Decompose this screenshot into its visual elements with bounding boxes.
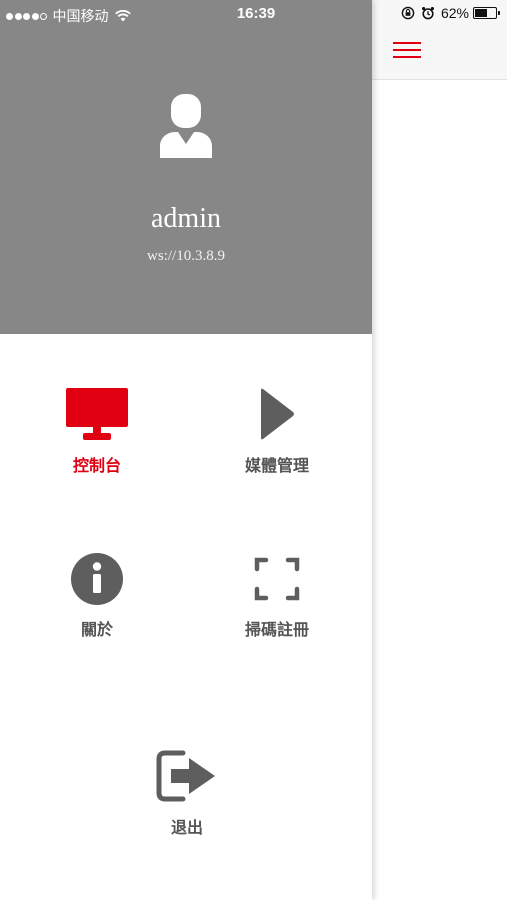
menu-item-console[interactable]: 控制台 xyxy=(22,388,172,476)
battery-percent: 62% xyxy=(440,5,469,21)
battery-icon xyxy=(473,7,500,19)
rotation-lock-icon xyxy=(401,6,415,20)
alarm-icon xyxy=(421,7,434,20)
info-icon xyxy=(71,553,123,605)
menu-item-label: 媒體管理 xyxy=(244,458,309,475)
menu-item-scan-register[interactable]: 掃碼註冊 xyxy=(202,552,352,640)
menu-item-media-management[interactable]: 媒體管理 xyxy=(202,388,352,476)
profile-server-address: ws://10.3.8.9 xyxy=(147,248,225,264)
play-icon xyxy=(261,388,294,440)
menu-item-about[interactable]: 關於 xyxy=(22,552,172,640)
menu-item-label: 掃碼註冊 xyxy=(244,622,309,639)
monitor-icon xyxy=(66,388,128,440)
logout-icon xyxy=(156,750,215,802)
user-avatar-icon xyxy=(160,94,212,158)
hamburger-menu-icon[interactable] xyxy=(393,42,421,60)
profile-header: admin ws://10.3.8.9 xyxy=(0,0,372,334)
wifi-icon xyxy=(114,10,131,22)
menu-item-label: 退出 xyxy=(170,820,203,837)
signal-strength-icon xyxy=(6,12,49,20)
status-bar: 中国移动 16:39 62% xyxy=(0,0,507,28)
navigation-drawer: admin ws://10.3.8.9 控制台 媒體管理 關於 掃碼註冊 退出 xyxy=(0,0,372,900)
status-right: 62% xyxy=(401,5,500,21)
status-left: 中国移动 xyxy=(6,6,131,26)
carrier-name: 中国移动 xyxy=(52,8,109,24)
profile-username: admin xyxy=(151,203,221,234)
menu-item-label: 關於 xyxy=(80,622,113,639)
menu-item-logout[interactable]: 退出 xyxy=(112,750,262,838)
menu-item-label: 控制台 xyxy=(72,458,121,475)
scan-frame-icon xyxy=(254,557,300,601)
